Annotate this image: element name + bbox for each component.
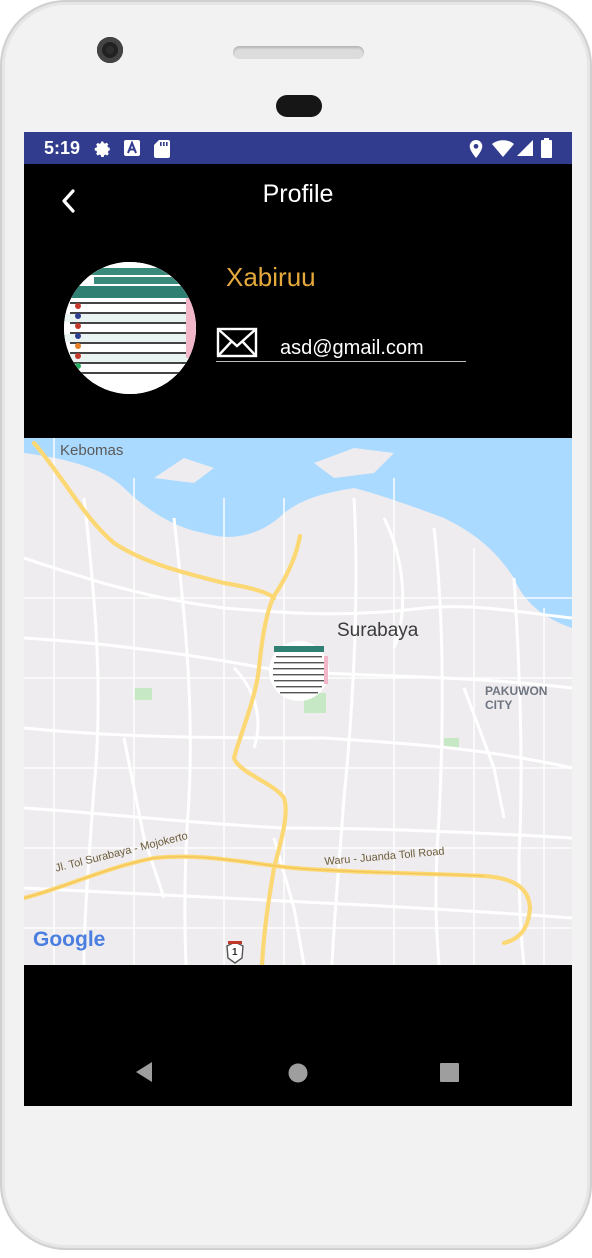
screen: 5:19 Profile Xabiruu asd@gmail.com Kebom… (24, 132, 572, 1106)
route-shield-number: 1 (232, 947, 238, 958)
avatar-image (64, 262, 196, 394)
a-icon (124, 140, 140, 156)
map-label-kebomas: Kebomas (60, 442, 124, 459)
status-bar: 5:19 (24, 132, 572, 164)
phone-frame: 5:19 Profile Xabiruu asd@gmail.com Kebom… (0, 0, 592, 1250)
avatar-marker (269, 641, 329, 701)
wifi-icon (492, 140, 514, 157)
status-time: 5:19 (44, 138, 81, 158)
map-label-surabaya: Surabaya (337, 620, 419, 641)
nav-recents-icon[interactable] (440, 1063, 459, 1082)
email-underline (216, 361, 466, 362)
earpiece-speaker (233, 46, 364, 59)
mail-icon (216, 327, 258, 358)
nav-home-icon[interactable] (288, 1063, 308, 1083)
profile-name: Xabiruu (226, 262, 316, 292)
page-title: Profile (262, 180, 334, 208)
profile-email: asd@gmail.com (280, 337, 424, 359)
avatar[interactable] (64, 262, 196, 394)
front-camera (97, 37, 123, 63)
location-icon (469, 140, 483, 158)
navigation-bar (24, 1037, 572, 1106)
battery-icon (541, 138, 552, 158)
proximity-sensor (276, 95, 322, 117)
gear-icon (94, 141, 110, 157)
google-logo: Google (33, 928, 106, 951)
sd-card-icon (154, 140, 170, 158)
map-view[interactable]: Kebomas Surabaya PAKUWON CITY Jl. Tol Su… (24, 438, 572, 965)
map-label-pakuwon: PAKUWON CITY (485, 684, 548, 712)
nav-back-icon[interactable] (134, 1061, 154, 1083)
signal-icon (517, 140, 533, 156)
